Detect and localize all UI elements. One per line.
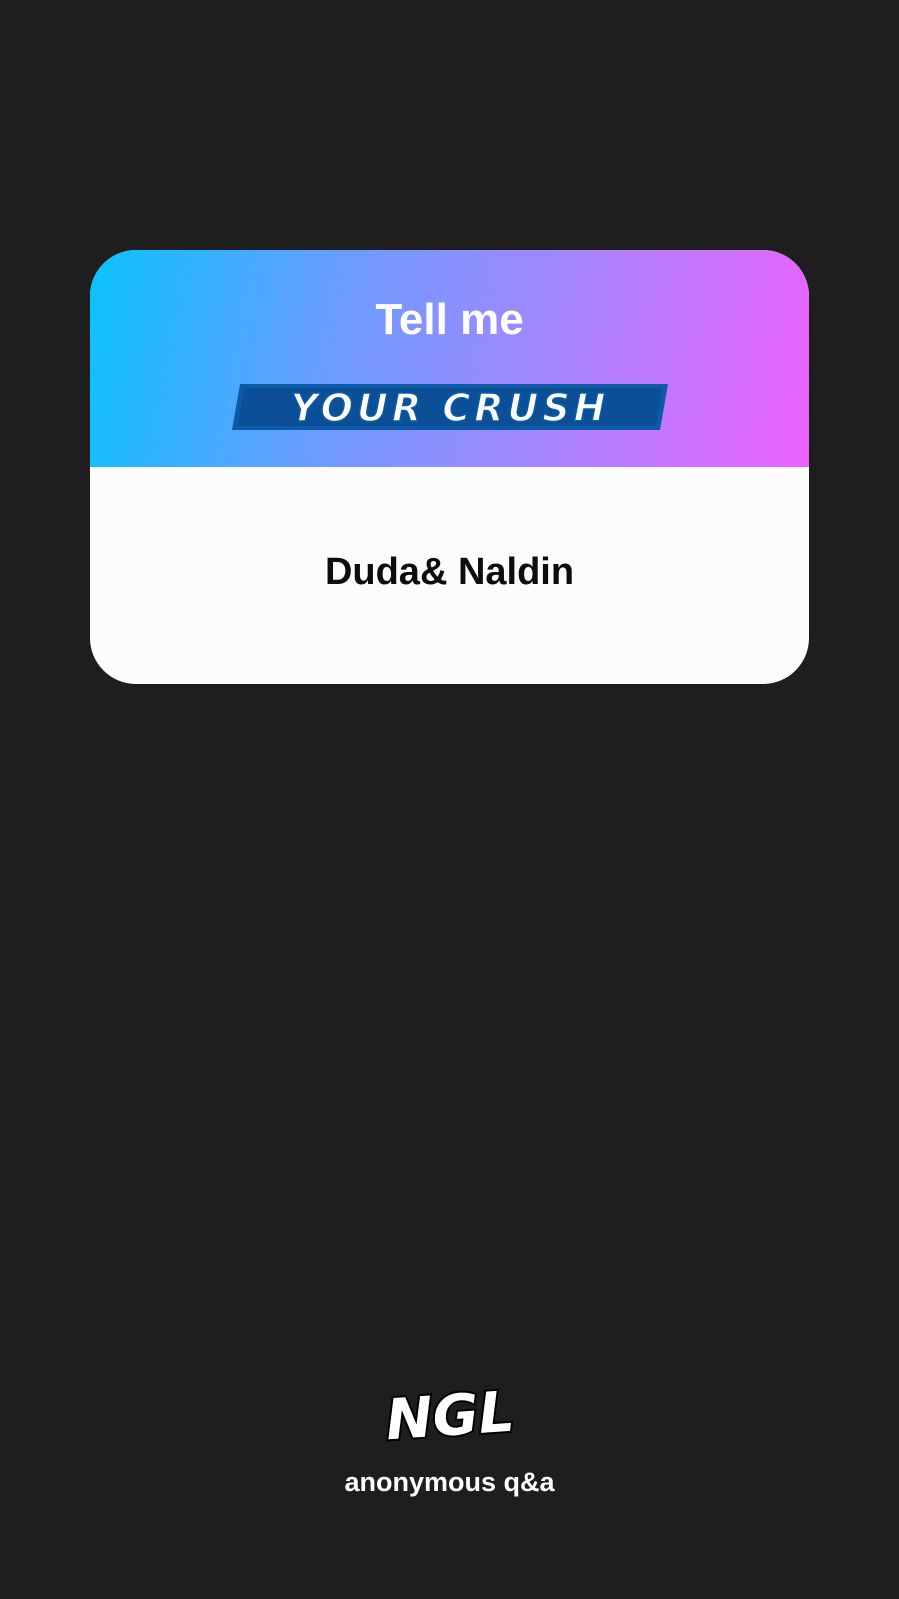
answer-text: Duda& Naldin (324, 551, 575, 593)
ngl-logo-text: NGL (384, 1380, 517, 1450)
your-crush-badge-text: YOUR CRUSH (291, 386, 610, 430)
brand-tagline: anonymous q&a (344, 1467, 555, 1497)
question-card: Tell me YOUR CRUSH Duda& Naldin (90, 250, 809, 684)
your-crush-badge: YOUR CRUSH (232, 382, 668, 432)
question-prompt-title: Tell me (375, 295, 524, 344)
ngl-logo-icon: NGL (380, 1378, 520, 1456)
question-card-header: Tell me YOUR CRUSH (90, 250, 809, 467)
brand-footer: NGL anonymous q&a (0, 1378, 899, 1510)
story-screen: Tell me YOUR CRUSH Duda& Naldin NGL anon… (0, 0, 899, 1599)
answer-area: Duda& Naldin (90, 467, 809, 684)
